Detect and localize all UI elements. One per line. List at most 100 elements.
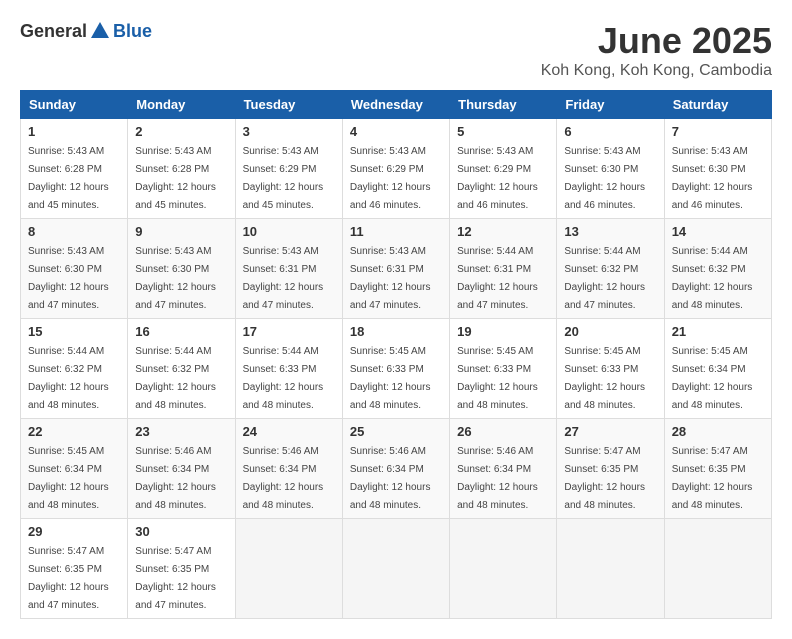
day-info: Sunrise: 5:45 AM Sunset: 6:33 PM Dayligh… bbox=[564, 346, 645, 411]
calendar-cell: 5 Sunrise: 5:43 AM Sunset: 6:29 PM Dayli… bbox=[450, 119, 557, 219]
day-info: Sunrise: 5:45 AM Sunset: 6:33 PM Dayligh… bbox=[350, 346, 431, 411]
day-number: 2 bbox=[135, 124, 227, 139]
calendar-cell: 19 Sunrise: 5:45 AM Sunset: 6:33 PM Dayl… bbox=[450, 319, 557, 419]
calendar-cell: 3 Sunrise: 5:43 AM Sunset: 6:29 PM Dayli… bbox=[235, 119, 342, 219]
day-number: 20 bbox=[564, 324, 656, 339]
logo-general: General bbox=[20, 21, 87, 42]
week-row-3: 15 Sunrise: 5:44 AM Sunset: 6:32 PM Dayl… bbox=[21, 319, 772, 419]
calendar-cell bbox=[342, 519, 449, 619]
calendar-cell: 9 Sunrise: 5:43 AM Sunset: 6:30 PM Dayli… bbox=[128, 219, 235, 319]
weekday-header-sunday: Sunday bbox=[21, 91, 128, 119]
day-info: Sunrise: 5:43 AM Sunset: 6:30 PM Dayligh… bbox=[564, 146, 645, 211]
calendar-cell: 6 Sunrise: 5:43 AM Sunset: 6:30 PM Dayli… bbox=[557, 119, 664, 219]
calendar-table: SundayMondayTuesdayWednesdayThursdayFrid… bbox=[20, 90, 772, 619]
calendar-cell: 28 Sunrise: 5:47 AM Sunset: 6:35 PM Dayl… bbox=[664, 419, 771, 519]
day-info: Sunrise: 5:43 AM Sunset: 6:30 PM Dayligh… bbox=[672, 146, 753, 211]
day-number: 13 bbox=[564, 224, 656, 239]
calendar-cell: 12 Sunrise: 5:44 AM Sunset: 6:31 PM Dayl… bbox=[450, 219, 557, 319]
day-info: Sunrise: 5:44 AM Sunset: 6:32 PM Dayligh… bbox=[135, 346, 216, 411]
day-number: 30 bbox=[135, 524, 227, 539]
day-number: 11 bbox=[350, 224, 442, 239]
day-number: 25 bbox=[350, 424, 442, 439]
day-number: 16 bbox=[135, 324, 227, 339]
day-info: Sunrise: 5:43 AM Sunset: 6:28 PM Dayligh… bbox=[135, 146, 216, 211]
weekday-header-tuesday: Tuesday bbox=[235, 91, 342, 119]
day-number: 9 bbox=[135, 224, 227, 239]
day-number: 24 bbox=[243, 424, 335, 439]
day-info: Sunrise: 5:47 AM Sunset: 6:35 PM Dayligh… bbox=[564, 446, 645, 511]
day-info: Sunrise: 5:43 AM Sunset: 6:28 PM Dayligh… bbox=[28, 146, 109, 211]
logo-blue: Blue bbox=[113, 21, 152, 42]
weekday-header-friday: Friday bbox=[557, 91, 664, 119]
calendar-cell: 27 Sunrise: 5:47 AM Sunset: 6:35 PM Dayl… bbox=[557, 419, 664, 519]
weekday-header-thursday: Thursday bbox=[450, 91, 557, 119]
calendar-cell: 26 Sunrise: 5:46 AM Sunset: 6:34 PM Dayl… bbox=[450, 419, 557, 519]
day-info: Sunrise: 5:44 AM Sunset: 6:32 PM Dayligh… bbox=[564, 246, 645, 311]
calendar-cell: 13 Sunrise: 5:44 AM Sunset: 6:32 PM Dayl… bbox=[557, 219, 664, 319]
day-info: Sunrise: 5:44 AM Sunset: 6:32 PM Dayligh… bbox=[672, 246, 753, 311]
day-info: Sunrise: 5:46 AM Sunset: 6:34 PM Dayligh… bbox=[135, 446, 216, 511]
day-info: Sunrise: 5:43 AM Sunset: 6:30 PM Dayligh… bbox=[28, 246, 109, 311]
day-number: 19 bbox=[457, 324, 549, 339]
day-number: 5 bbox=[457, 124, 549, 139]
weekday-header-row: SundayMondayTuesdayWednesdayThursdayFrid… bbox=[21, 91, 772, 119]
calendar-cell: 11 Sunrise: 5:43 AM Sunset: 6:31 PM Dayl… bbox=[342, 219, 449, 319]
day-info: Sunrise: 5:43 AM Sunset: 6:29 PM Dayligh… bbox=[243, 146, 324, 211]
calendar-cell bbox=[664, 519, 771, 619]
day-info: Sunrise: 5:43 AM Sunset: 6:31 PM Dayligh… bbox=[243, 246, 324, 311]
calendar-cell: 10 Sunrise: 5:43 AM Sunset: 6:31 PM Dayl… bbox=[235, 219, 342, 319]
day-number: 27 bbox=[564, 424, 656, 439]
day-number: 14 bbox=[672, 224, 764, 239]
day-number: 28 bbox=[672, 424, 764, 439]
day-number: 23 bbox=[135, 424, 227, 439]
day-number: 4 bbox=[350, 124, 442, 139]
day-info: Sunrise: 5:46 AM Sunset: 6:34 PM Dayligh… bbox=[457, 446, 538, 511]
day-info: Sunrise: 5:43 AM Sunset: 6:31 PM Dayligh… bbox=[350, 246, 431, 311]
week-row-4: 22 Sunrise: 5:45 AM Sunset: 6:34 PM Dayl… bbox=[21, 419, 772, 519]
calendar-cell: 20 Sunrise: 5:45 AM Sunset: 6:33 PM Dayl… bbox=[557, 319, 664, 419]
calendar-cell bbox=[557, 519, 664, 619]
day-number: 18 bbox=[350, 324, 442, 339]
day-info: Sunrise: 5:46 AM Sunset: 6:34 PM Dayligh… bbox=[243, 446, 324, 511]
day-number: 6 bbox=[564, 124, 656, 139]
calendar-cell: 30 Sunrise: 5:47 AM Sunset: 6:35 PM Dayl… bbox=[128, 519, 235, 619]
calendar-cell: 21 Sunrise: 5:45 AM Sunset: 6:34 PM Dayl… bbox=[664, 319, 771, 419]
day-info: Sunrise: 5:45 AM Sunset: 6:33 PM Dayligh… bbox=[457, 346, 538, 411]
calendar-cell: 7 Sunrise: 5:43 AM Sunset: 6:30 PM Dayli… bbox=[664, 119, 771, 219]
day-number: 21 bbox=[672, 324, 764, 339]
calendar-cell bbox=[450, 519, 557, 619]
day-number: 8 bbox=[28, 224, 120, 239]
calendar-cell bbox=[235, 519, 342, 619]
calendar-cell: 29 Sunrise: 5:47 AM Sunset: 6:35 PM Dayl… bbox=[21, 519, 128, 619]
day-info: Sunrise: 5:43 AM Sunset: 6:30 PM Dayligh… bbox=[135, 246, 216, 311]
day-number: 29 bbox=[28, 524, 120, 539]
day-number: 3 bbox=[243, 124, 335, 139]
day-number: 26 bbox=[457, 424, 549, 439]
day-info: Sunrise: 5:47 AM Sunset: 6:35 PM Dayligh… bbox=[672, 446, 753, 511]
day-number: 17 bbox=[243, 324, 335, 339]
weekday-header-wednesday: Wednesday bbox=[342, 91, 449, 119]
calendar-cell: 22 Sunrise: 5:45 AM Sunset: 6:34 PM Dayl… bbox=[21, 419, 128, 519]
calendar-cell: 14 Sunrise: 5:44 AM Sunset: 6:32 PM Dayl… bbox=[664, 219, 771, 319]
week-row-2: 8 Sunrise: 5:43 AM Sunset: 6:30 PM Dayli… bbox=[21, 219, 772, 319]
logo-icon bbox=[89, 20, 111, 42]
day-info: Sunrise: 5:45 AM Sunset: 6:34 PM Dayligh… bbox=[672, 346, 753, 411]
calendar-cell: 24 Sunrise: 5:46 AM Sunset: 6:34 PM Dayl… bbox=[235, 419, 342, 519]
day-number: 1 bbox=[28, 124, 120, 139]
day-number: 15 bbox=[28, 324, 120, 339]
day-info: Sunrise: 5:44 AM Sunset: 6:33 PM Dayligh… bbox=[243, 346, 324, 411]
week-row-5: 29 Sunrise: 5:47 AM Sunset: 6:35 PM Dayl… bbox=[21, 519, 772, 619]
calendar-cell: 2 Sunrise: 5:43 AM Sunset: 6:28 PM Dayli… bbox=[128, 119, 235, 219]
calendar-cell: 18 Sunrise: 5:45 AM Sunset: 6:33 PM Dayl… bbox=[342, 319, 449, 419]
calendar-subtitle: Koh Kong, Koh Kong, Cambodia bbox=[541, 62, 772, 80]
calendar-cell: 23 Sunrise: 5:46 AM Sunset: 6:34 PM Dayl… bbox=[128, 419, 235, 519]
week-row-1: 1 Sunrise: 5:43 AM Sunset: 6:28 PM Dayli… bbox=[21, 119, 772, 219]
day-info: Sunrise: 5:43 AM Sunset: 6:29 PM Dayligh… bbox=[457, 146, 538, 211]
calendar-title: June 2025 bbox=[541, 20, 772, 62]
day-number: 22 bbox=[28, 424, 120, 439]
calendar-cell: 17 Sunrise: 5:44 AM Sunset: 6:33 PM Dayl… bbox=[235, 319, 342, 419]
weekday-header-saturday: Saturday bbox=[664, 91, 771, 119]
title-area: June 2025 Koh Kong, Koh Kong, Cambodia bbox=[541, 20, 772, 80]
day-info: Sunrise: 5:45 AM Sunset: 6:34 PM Dayligh… bbox=[28, 446, 109, 511]
weekday-header-monday: Monday bbox=[128, 91, 235, 119]
